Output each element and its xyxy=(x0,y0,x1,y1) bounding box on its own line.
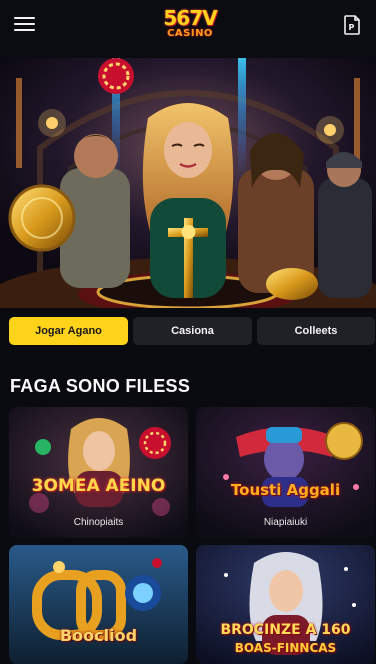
logo-main-text: 567V xyxy=(163,6,217,30)
app-header: 567V CASINO P xyxy=(0,0,376,58)
logo-sub-text: CASINO xyxy=(167,28,213,39)
game-card-2[interactable]: Tousti Aggali Niapiaiuki xyxy=(196,407,375,538)
game-card-title: Tousti Aggali xyxy=(230,481,341,499)
tab-casiona[interactable]: Casiona xyxy=(133,317,252,345)
game-card-title: 3OMEA AEINO xyxy=(31,476,166,496)
svg-text:P: P xyxy=(349,23,355,32)
game-card-title-line2: BOAS-FINNCAS xyxy=(234,641,337,655)
game-card-4[interactable]: BROCINZE A 160 BOAS-FINNCAS xyxy=(196,545,375,664)
casino-logo[interactable]: 567V CASINO xyxy=(162,8,218,46)
game-card-subtitle: Niapiaiuki xyxy=(263,517,308,528)
tab-jogar-agano[interactable]: Jogar Agano xyxy=(9,317,128,345)
game-card-title: BROCINZE A 160 xyxy=(220,622,351,638)
hero-banner[interactable] xyxy=(0,58,376,308)
hamburger-menu-icon[interactable] xyxy=(12,13,38,35)
game-card-title: Boocliod xyxy=(59,626,138,645)
game-card-subtitle: Chinopiaits xyxy=(73,517,124,528)
section-title: FAGA SONO FILESS xyxy=(10,376,191,396)
category-tabs: Jogar Agano Casiona Colleets xyxy=(9,317,375,345)
game-card-3[interactable]: Boocliod xyxy=(9,545,188,664)
tab-colleets[interactable]: Colleets xyxy=(257,317,375,345)
game-card-1[interactable]: 3OMEA AEINO Chinopiaits xyxy=(9,407,188,538)
profile-icon[interactable]: P xyxy=(340,13,364,37)
